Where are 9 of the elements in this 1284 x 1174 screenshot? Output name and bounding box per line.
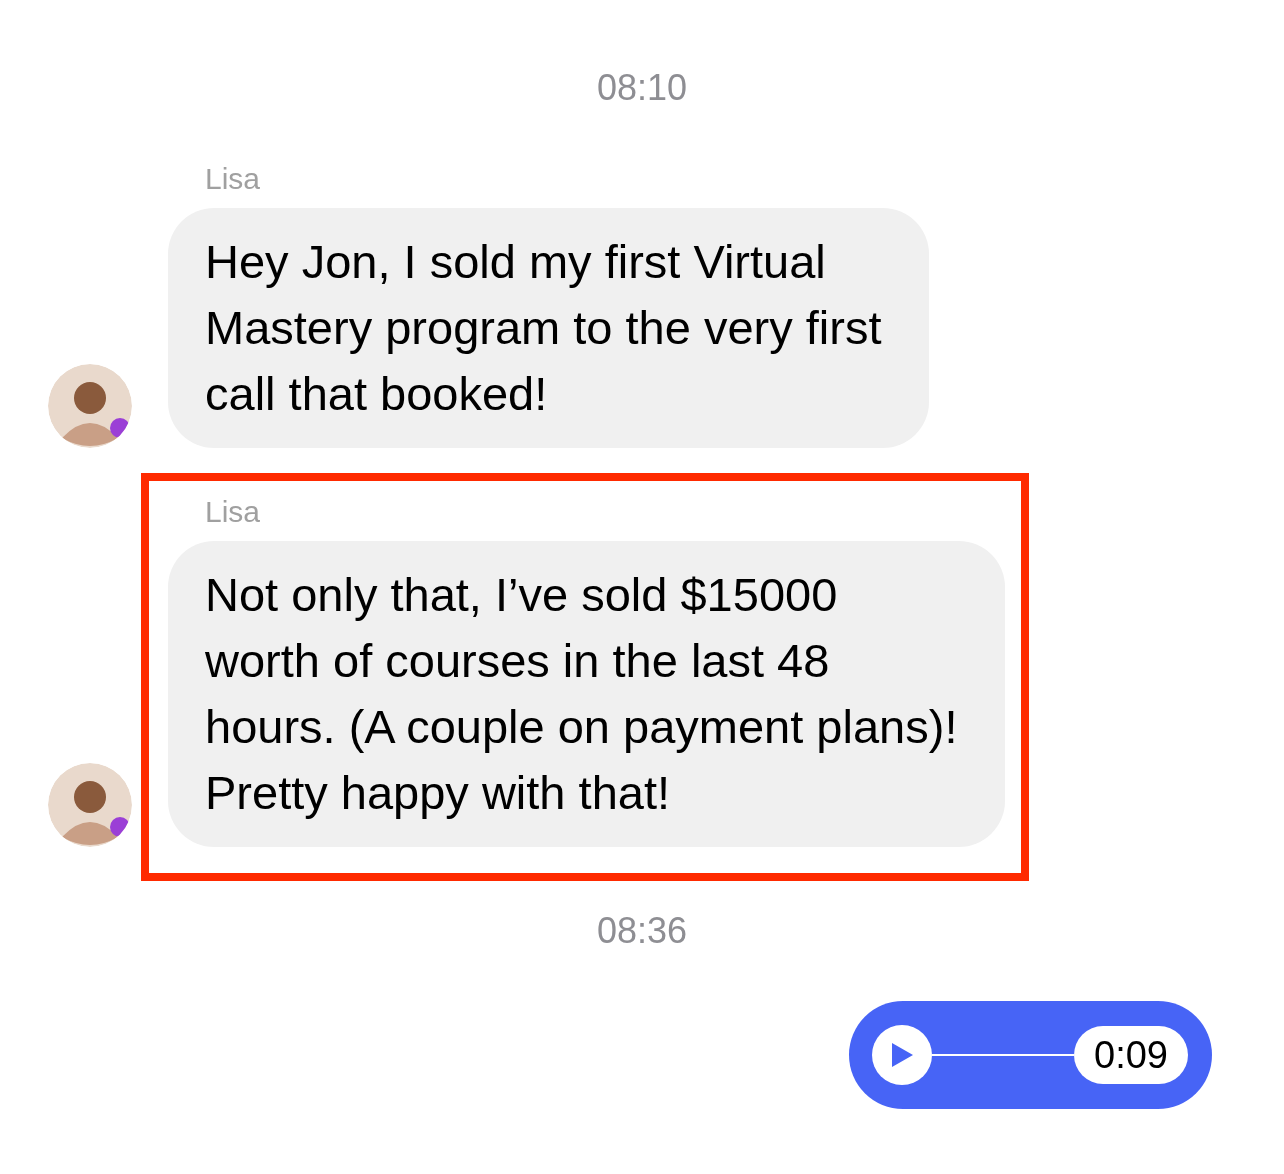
timestamp: 08:36 [595,909,689,953]
sender-name: Lisa [205,161,262,197]
sender-name: Lisa [205,494,262,530]
play-icon [890,1042,914,1068]
duration-label: 0:09 [1074,1026,1188,1084]
message-bubble: Hey Jon, I sold my first Virtual Mastery program to the very first call that booked! [168,208,930,448]
message-bubble: Not only that, I’ve sold $15000 worth of courses in the last 48 hours. (A couple on payment plans)! Pretty happy with that! [168,541,1006,847]
play-button[interactable] [872,1025,932,1085]
timestamp: 08:10 [595,66,689,110]
